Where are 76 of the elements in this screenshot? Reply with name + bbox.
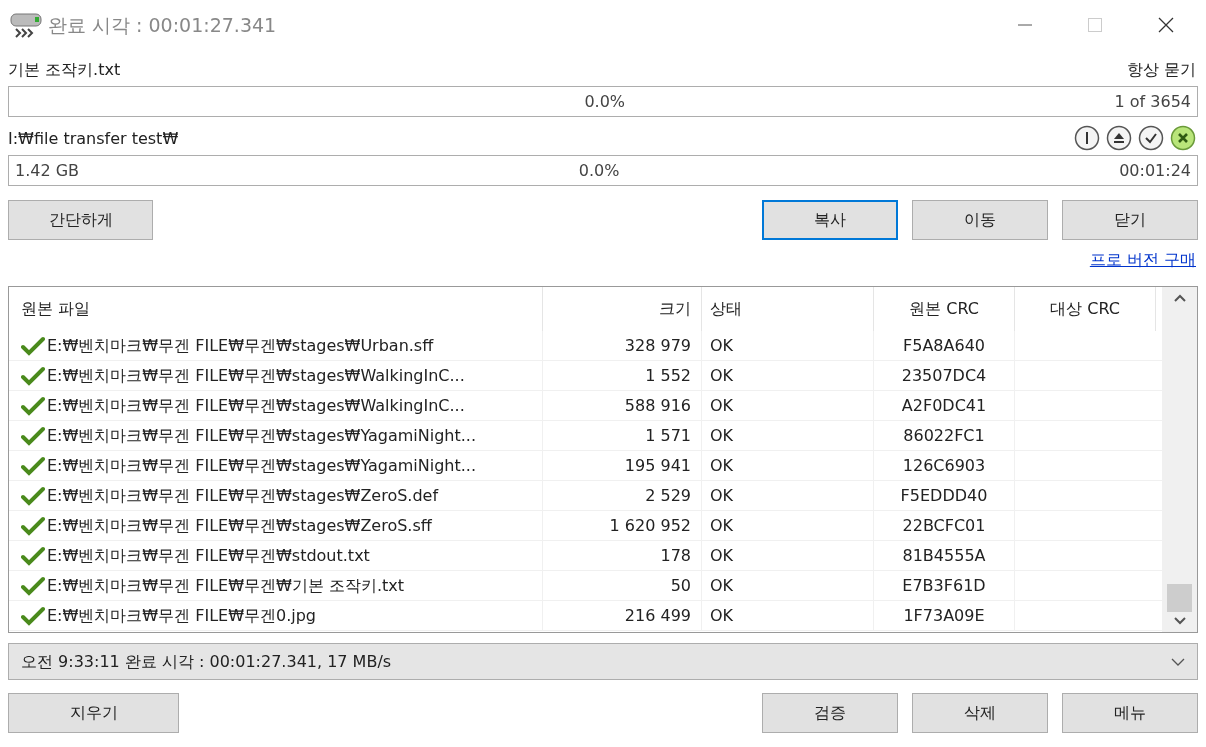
check-icon[interactable] [1138,125,1164,151]
table-cell-text: E7B3F61D [902,574,986,597]
drive-icon [10,12,44,38]
progress-percent: 0.0% [578,159,620,182]
eject-icon[interactable] [1106,125,1132,151]
table-cell-text: 195 941 [624,454,691,477]
table-cell-text: E:₩벤치마크₩무겐 FILE₩무겐₩stages₩ZeroS.def [47,484,439,507]
table-cell-text: OK [710,604,734,627]
destination-path: I:₩file transfer test₩ [8,128,179,150]
table-cell-text: OK [710,394,734,417]
table-cell-text: 23507DC4 [901,364,987,387]
table-cell-text: OK [710,334,734,357]
scroll-up-icon[interactable] [1172,293,1187,303]
table-cell-text: 2 529 [645,484,691,507]
table-cell-text: E:₩벤치마크₩무겐 FILE₩무겐0.jpg [47,604,316,627]
total-size: 1.42 GB [15,159,80,182]
cancel-icon[interactable] [1170,125,1196,151]
progress-percent: 0.0% [583,90,626,113]
table-cell-text: 216 499 [624,604,691,627]
table-cell-text: OK [710,364,734,387]
column-header[interactable]: 원본 파일 [9,287,543,331]
table-cell-text: E:₩벤치마크₩무겐 FILE₩무겐₩stages₩YagamiNight... [47,454,476,477]
table-cell-text: E:₩벤치마크₩무겐 FILE₩무겐₩stages₩ZeroS.sff [47,514,432,537]
scrollbar[interactable] [1162,287,1197,632]
column-header[interactable]: 대상 CRC [1015,287,1156,331]
column-header[interactable]: 상태 [702,287,874,331]
table-cell-text: OK [710,514,734,537]
table-cell-text: E:₩벤치마크₩무겐 FILE₩무겐₩stdout.txt [47,544,370,567]
status-dropdown[interactable]: 오전 9:33:11 완료 시각 : 00:01:27.341, 17 MB/s [8,643,1198,680]
table-cell-text: 22BCFC01 [902,514,986,537]
table-cell-text: 86022FC1 [903,424,985,447]
action-button[interactable]: 메뉴 [1062,693,1198,733]
table-cell-text: 1F73A09E [903,604,985,627]
table-cell-text: E:₩벤치마크₩무겐 FILE₩무겐₩stages₩Urban.sff [47,334,434,357]
table-cell-text: 1 571 [645,424,691,447]
table-cell-text: E:₩벤치마크₩무겐 FILE₩무겐₩stages₩WalkingInC... [47,364,465,387]
status-text: 오전 9:33:11 완료 시각 : 00:01:27.341, 17 MB/s [21,650,392,673]
column-header[interactable]: 크기 [543,287,702,331]
table-cell-text: 1 552 [645,364,691,387]
action-button[interactable]: 지우기 [8,693,179,733]
action-button[interactable]: 검증 [762,693,898,733]
table-cell-text: OK [710,484,734,507]
window-title: 완료 시각 : 00:01:27.341 [48,12,277,38]
table-cell-text: 1 620 952 [609,514,691,537]
chevron-down-icon [1171,657,1185,666]
table-cell-text: 81B4555A [902,544,986,567]
table-cell-text: F5EDDD40 [900,484,988,507]
table-cell-text: 178 [660,544,691,567]
scroll-thumb[interactable] [1167,584,1192,612]
table-cell-text: A2F0DC41 [901,394,987,417]
action-button[interactable]: 간단하게 [8,200,153,240]
pause-icon[interactable] [1074,125,1100,151]
table-cell-text: 588 916 [624,394,691,417]
table-cell-text: 50 [670,574,691,597]
column-header[interactable]: 원본 CRC [874,287,1015,331]
close-icon[interactable] [1158,17,1174,33]
table-cell-text: OK [710,574,734,597]
table-cell-text: OK [710,454,734,477]
file-name: 기본 조작키.txt [8,59,121,81]
action-button[interactable]: 이동 [912,200,1048,240]
table-cell-text: E:₩벤치마크₩무겐 FILE₩무겐₩기본 조작키.txt [47,574,404,597]
table-cell-text: OK [710,544,734,567]
action-button[interactable]: 닫기 [1062,200,1198,240]
table-cell-text: 126C6903 [902,454,986,477]
action-button[interactable]: 삭제 [912,693,1048,733]
table-cell-text: E:₩벤치마크₩무겐 FILE₩무겐₩stages₩YagamiNight... [47,424,476,447]
file-count: 1 of 3654 [1114,90,1191,113]
table-cell-text: 328 979 [624,334,691,357]
buy-pro-link[interactable]: 프로 버전 구매 [1089,248,1196,272]
table-cell-text: OK [710,424,734,447]
scroll-down-icon[interactable] [1172,616,1187,626]
table-cell-text: E:₩벤치마크₩무겐 FILE₩무겐₩stages₩WalkingInC... [47,394,465,417]
overwrite-mode-link[interactable]: 항상 묻기 [1126,58,1196,82]
remaining-time: 00:01:24 [1119,159,1191,182]
action-button[interactable]: 복사 [762,200,898,240]
table-cell-text: F5A8A640 [903,334,985,357]
